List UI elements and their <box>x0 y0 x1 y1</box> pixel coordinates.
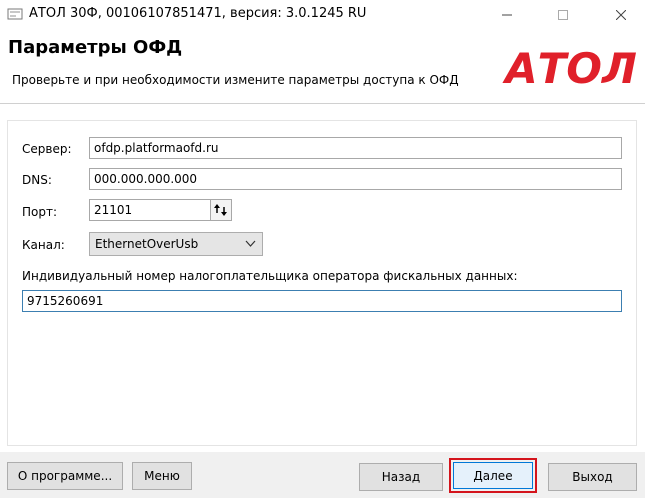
chevron-down-icon <box>245 240 256 247</box>
inn-label: Индивидуальный номер налогоплательщика о… <box>22 269 518 283</box>
exit-button[interactable]: Выход <box>548 463 637 491</box>
minimize-icon <box>502 14 512 16</box>
channel-label: Канал: <box>22 238 65 252</box>
dns-label: DNS: <box>22 173 52 187</box>
stepper-arrows-icon <box>214 204 227 216</box>
channel-select[interactable]: EthernetOverUsb <box>89 232 263 256</box>
close-icon <box>616 10 626 20</box>
server-label: Сервер: <box>22 142 72 156</box>
page-title: Параметры ОФД <box>8 37 183 58</box>
dns-input[interactable]: 000.000.000.000 <box>89 168 622 190</box>
header-divider <box>0 103 645 104</box>
title-bar: АТОЛ 30Ф, 00106107851471, версия: 3.0.12… <box>0 0 645 30</box>
channel-select-value: EthernetOverUsb <box>95 237 199 251</box>
maximize-icon <box>558 10 568 20</box>
atol-logo: АТОЛ <box>502 46 637 86</box>
close-button[interactable] <box>598 0 644 30</box>
wizard-header: Параметры ОФД Проверьте и при необходимо… <box>0 30 645 104</box>
next-button-label: Далее <box>473 468 513 483</box>
logo-text: АТОЛ <box>502 46 637 86</box>
port-label: Порт: <box>22 205 58 219</box>
about-button[interactable]: О программе... <box>7 462 123 490</box>
next-button-face: Далее <box>453 462 533 489</box>
port-stepper[interactable] <box>210 199 232 221</box>
maximize-button[interactable] <box>540 0 586 30</box>
page-subtitle: Проверьте и при необходимости измените п… <box>12 73 459 87</box>
next-button[interactable]: Далее <box>449 458 537 493</box>
inn-input[interactable]: 9715260691 <box>22 290 622 312</box>
server-input[interactable]: ofdp.platformaofd.ru <box>89 137 622 159</box>
port-input[interactable]: 21101 <box>89 199 211 221</box>
app-icon <box>7 8 23 20</box>
back-button[interactable]: Назад <box>359 463 443 491</box>
minimize-button[interactable] <box>484 0 530 30</box>
menu-button[interactable]: Меню <box>132 462 192 490</box>
window-title: АТОЛ 30Ф, 00106107851471, версия: 3.0.12… <box>29 6 367 21</box>
